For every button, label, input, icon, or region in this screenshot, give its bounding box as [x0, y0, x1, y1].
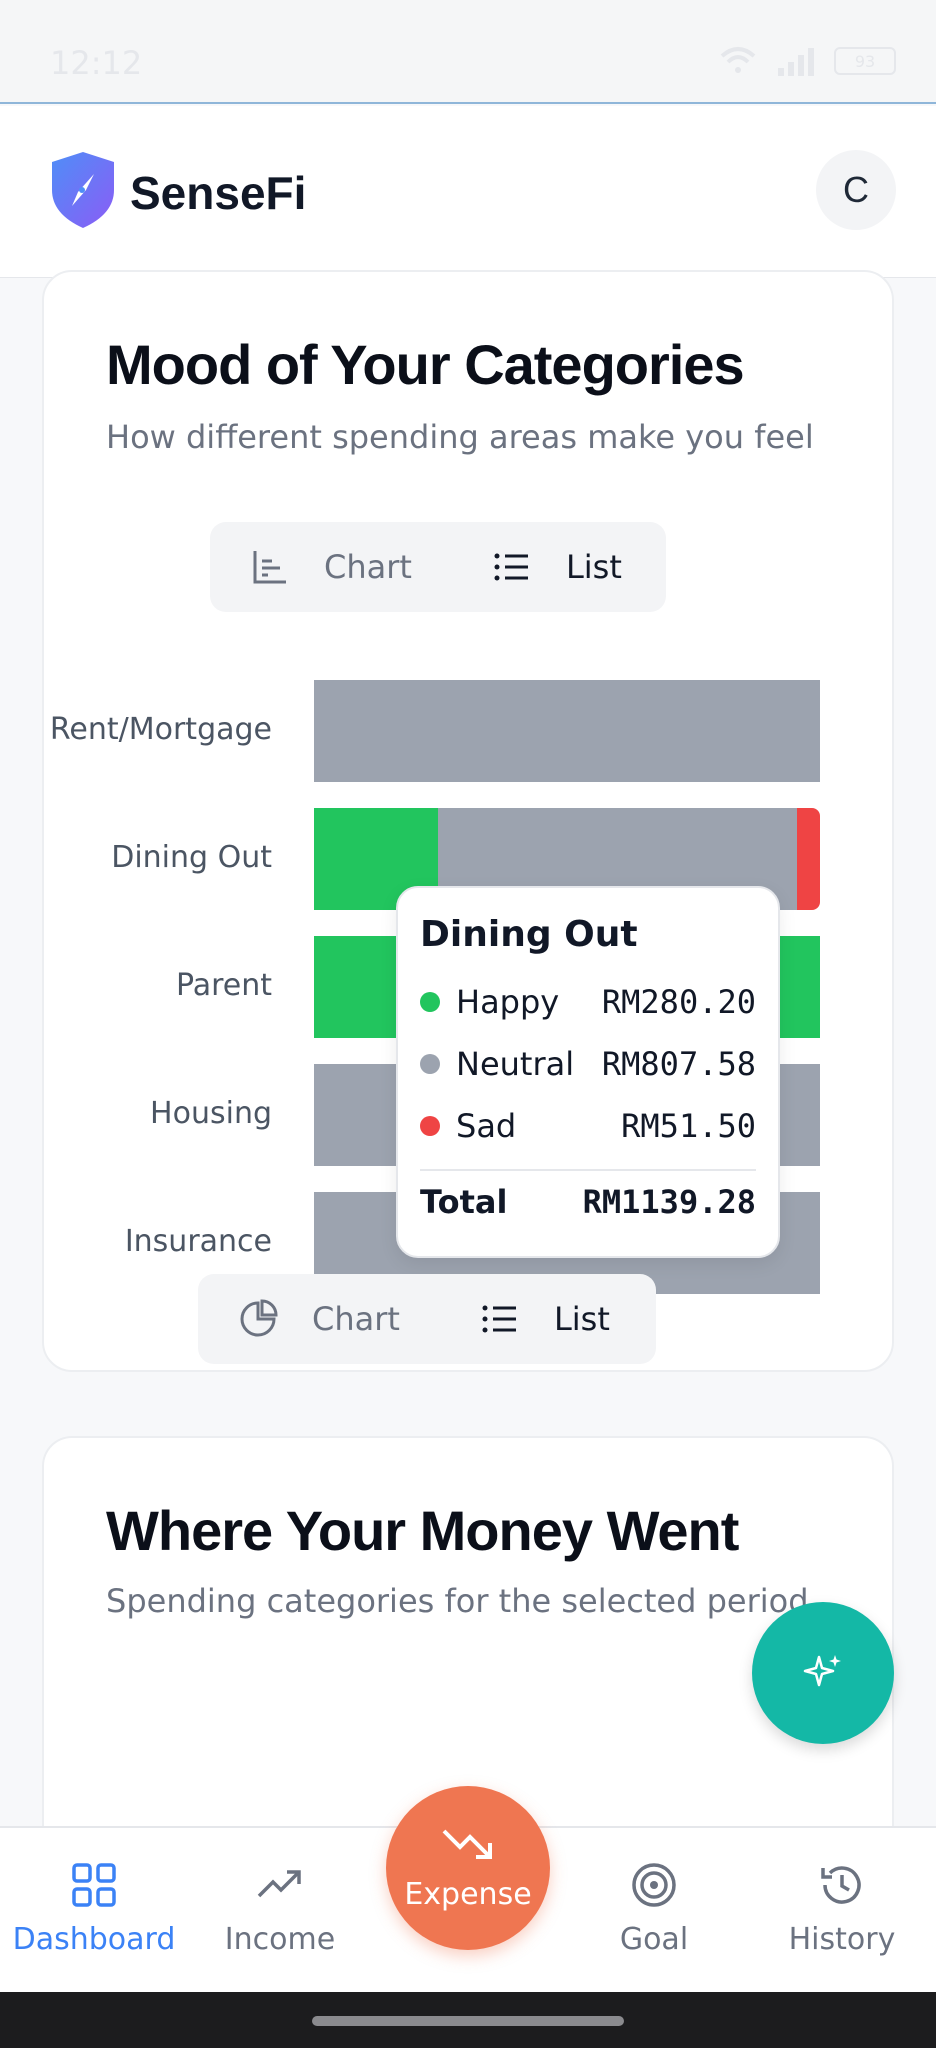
chart-view-label: Chart [312, 1300, 400, 1338]
trending-down-icon [442, 1829, 492, 1859]
chart-view-label: Chart [324, 548, 412, 586]
bar-category-label: Housing [150, 1096, 272, 1131]
card-title: Where Your Money Went [106, 1499, 739, 1562]
bar-category-label: Parent [175, 968, 272, 1003]
battery-icon: 93 [834, 47, 896, 75]
tooltip-row-name: Neutral [456, 1045, 575, 1083]
tooltip-row-name: Sad [456, 1107, 517, 1145]
bar-segment-neutral [314, 680, 820, 782]
sad-dot [420, 1116, 440, 1136]
nav-history[interactable]: History [748, 1860, 936, 1957]
nav-label: Goal [619, 1922, 689, 1957]
grid-icon [72, 1863, 116, 1907]
tooltip-title: Dining Out [420, 914, 638, 955]
tooltip-row-value: RM807.58 [601, 1045, 756, 1083]
view-toggle: Chart List [210, 522, 666, 612]
list-icon [482, 1305, 516, 1333]
ai-assistant-button[interactable] [752, 1602, 894, 1744]
wifi-icon [720, 47, 756, 73]
card-subtitle: How different spending areas make you fe… [106, 418, 814, 456]
tooltip-row-happy: Happy RM280.20 [420, 971, 756, 1033]
tooltip-total-value: RM1139.28 [582, 1183, 756, 1221]
bar-category-label: Insurance [124, 1224, 272, 1259]
nav-expense-button[interactable]: Expense [386, 1786, 550, 1950]
pie-chart-icon [240, 1299, 278, 1337]
card-subtitle: Spending categories for the selected per… [106, 1582, 809, 1620]
brand-name: SenseFi [130, 167, 307, 219]
shield-compass-logo-icon [52, 152, 114, 228]
neutral-dot [420, 1054, 440, 1074]
tooltip-total-row: Total RM1139.28 [420, 1183, 756, 1221]
system-gesture-bar [0, 1992, 936, 2048]
status-bar: 12:12 93 [0, 0, 936, 104]
target-icon [632, 1863, 676, 1907]
tooltip-row-sad: Sad RM51.50 [420, 1095, 756, 1157]
tooltip-row-value: RM280.20 [601, 983, 756, 1021]
happy-dot [420, 992, 440, 1012]
app-header: SenseFi C [0, 106, 936, 278]
list-icon [494, 553, 528, 581]
trending-up-icon [257, 1870, 301, 1898]
status-icons: 93 [718, 46, 896, 76]
bar-segment-sad [797, 808, 820, 910]
nav-label: Expense [404, 1876, 532, 1912]
mood-categories-card: Mood of Your Categories How different sp… [42, 270, 894, 1372]
chart-view-button[interactable]: Chart [210, 522, 452, 612]
bar-category-label: Dining Out [111, 840, 272, 875]
tooltip-row-value: RM51.50 [621, 1107, 756, 1145]
nav-label: History [788, 1922, 896, 1957]
status-time: 12:12 [50, 44, 143, 82]
sparkle-icon [803, 1655, 841, 1687]
view-toggle: Chart List [198, 1274, 656, 1364]
tooltip-total-label: Total [420, 1183, 508, 1221]
list-view-button[interactable]: List [452, 522, 662, 612]
list-view-label: List [553, 1300, 610, 1338]
signal-icon [778, 48, 814, 76]
nav-label: Income [224, 1922, 336, 1957]
list-view-label: List [565, 548, 622, 586]
avatar[interactable]: C [816, 150, 896, 230]
gesture-handle[interactable] [312, 2016, 624, 2026]
bar-chart-icon [253, 551, 286, 584]
history-icon [821, 1866, 861, 1904]
nav-label: Dashboard [12, 1922, 176, 1957]
list-view-button[interactable]: List [440, 1274, 650, 1364]
card-title: Mood of Your Categories [106, 333, 745, 396]
tooltip-divider [420, 1169, 756, 1171]
chart-tooltip: Dining Out Happy RM280.20 Neutral RM807.… [396, 886, 780, 1258]
stacked-bar[interactable] [314, 680, 820, 782]
nav-income[interactable]: Income [186, 1860, 374, 1957]
nav-goal[interactable]: Goal [560, 1860, 748, 1957]
chart-view-button[interactable]: Chart [198, 1274, 440, 1364]
nav-dashboard[interactable]: Dashboard [0, 1860, 188, 1957]
tooltip-row-name: Happy [456, 983, 560, 1021]
tooltip-row-neutral: Neutral RM807.58 [420, 1033, 756, 1095]
bar-category-label: Rent/Mortgage [49, 712, 272, 747]
